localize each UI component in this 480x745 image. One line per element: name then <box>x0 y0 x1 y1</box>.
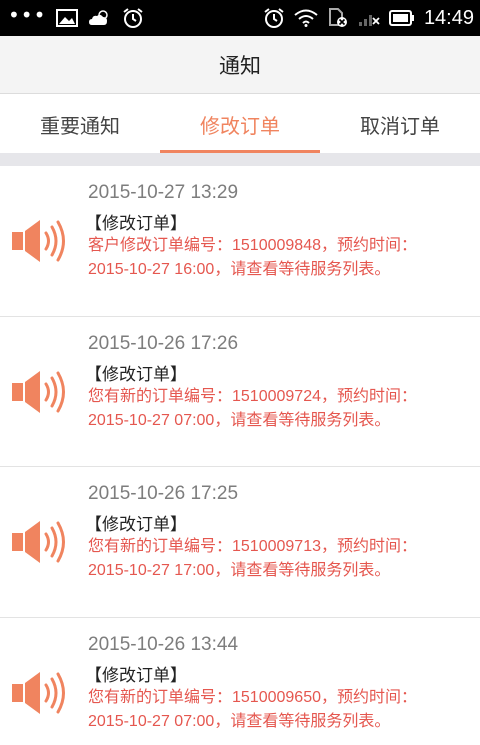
notification-message: 您有新的订单编号：1510009650，预约时间：2015-10-27 07:0… <box>88 688 417 730</box>
notification-time: 2015-10-27 13:29 <box>88 182 239 203</box>
notification-list[interactable]: 2015-10-27 13:29 【修改订单】 客户修改订单编号：1510009… <box>0 166 480 745</box>
status-bar-left: ••• <box>8 0 144 36</box>
weather-cloud-icon <box>88 9 112 27</box>
speaker-icon <box>12 219 70 263</box>
speaker-icon <box>12 671 70 715</box>
page-title: 通知 <box>219 53 261 78</box>
list-item[interactable]: 2015-10-27 13:29 【修改订单】 客户修改订单编号：1510009… <box>0 166 480 317</box>
tab-cancelled-orders[interactable]: 取消订单 <box>320 95 480 153</box>
status-bar-time: 14:49 <box>423 6 474 29</box>
notification-type: 【修改订单】 <box>85 364 187 385</box>
status-bar-right: 14:49 <box>263 0 474 36</box>
notification-time: 2015-10-26 17:26 <box>88 332 239 354</box>
image-icon <box>56 9 79 27</box>
tab-modified-orders[interactable]: 修改订单 <box>160 95 320 153</box>
section-divider <box>0 153 480 166</box>
notification-message: 您有新的订单编号：1510009713，预约时间：2015-10-27 17:0… <box>88 538 417 579</box>
title-bar: 通知 <box>0 36 480 94</box>
notification-type: 【修改订单】 <box>85 665 187 686</box>
notification-type: 【修改订单】 <box>85 515 187 535</box>
alarm-clock-icon <box>263 7 285 29</box>
notification-type: 【修改订单】 <box>85 214 187 234</box>
battery-icon <box>388 10 415 26</box>
list-item[interactable]: 2015-10-26 17:25 【修改订单】 您有新的订单编号：1510009… <box>0 467 480 618</box>
status-bar: ••• 14:49 <box>0 0 480 36</box>
list-item[interactable]: 2015-10-26 13:44 【修改订单】 您有新的订单编号：1510009… <box>0 618 480 745</box>
alarm-clock-icon <box>122 7 144 29</box>
notification-time: 2015-10-26 13:44 <box>88 633 239 655</box>
speaker-icon <box>12 370 70 414</box>
wifi-icon <box>294 9 318 27</box>
notification-time: 2015-10-26 17:25 <box>88 483 239 504</box>
signal-icon <box>358 9 380 27</box>
no-sim-icon <box>327 8 349 28</box>
tab-important-notice[interactable]: 重要通知 <box>0 95 160 153</box>
speaker-icon <box>12 520 70 564</box>
notification-message: 您有新的订单编号：1510009724，预约时间：2015-10-27 07:0… <box>88 387 417 429</box>
notification-message: 客户修改订单编号：1510009848，预约时间：2015-10-27 16:0… <box>88 237 417 278</box>
overflow-dots-icon: ••• <box>8 3 47 27</box>
tab-bar: 重要通知 修改订单 取消订单 <box>0 95 480 153</box>
list-item[interactable]: 2015-10-26 17:26 【修改订单】 您有新的订单编号：1510009… <box>0 317 480 467</box>
